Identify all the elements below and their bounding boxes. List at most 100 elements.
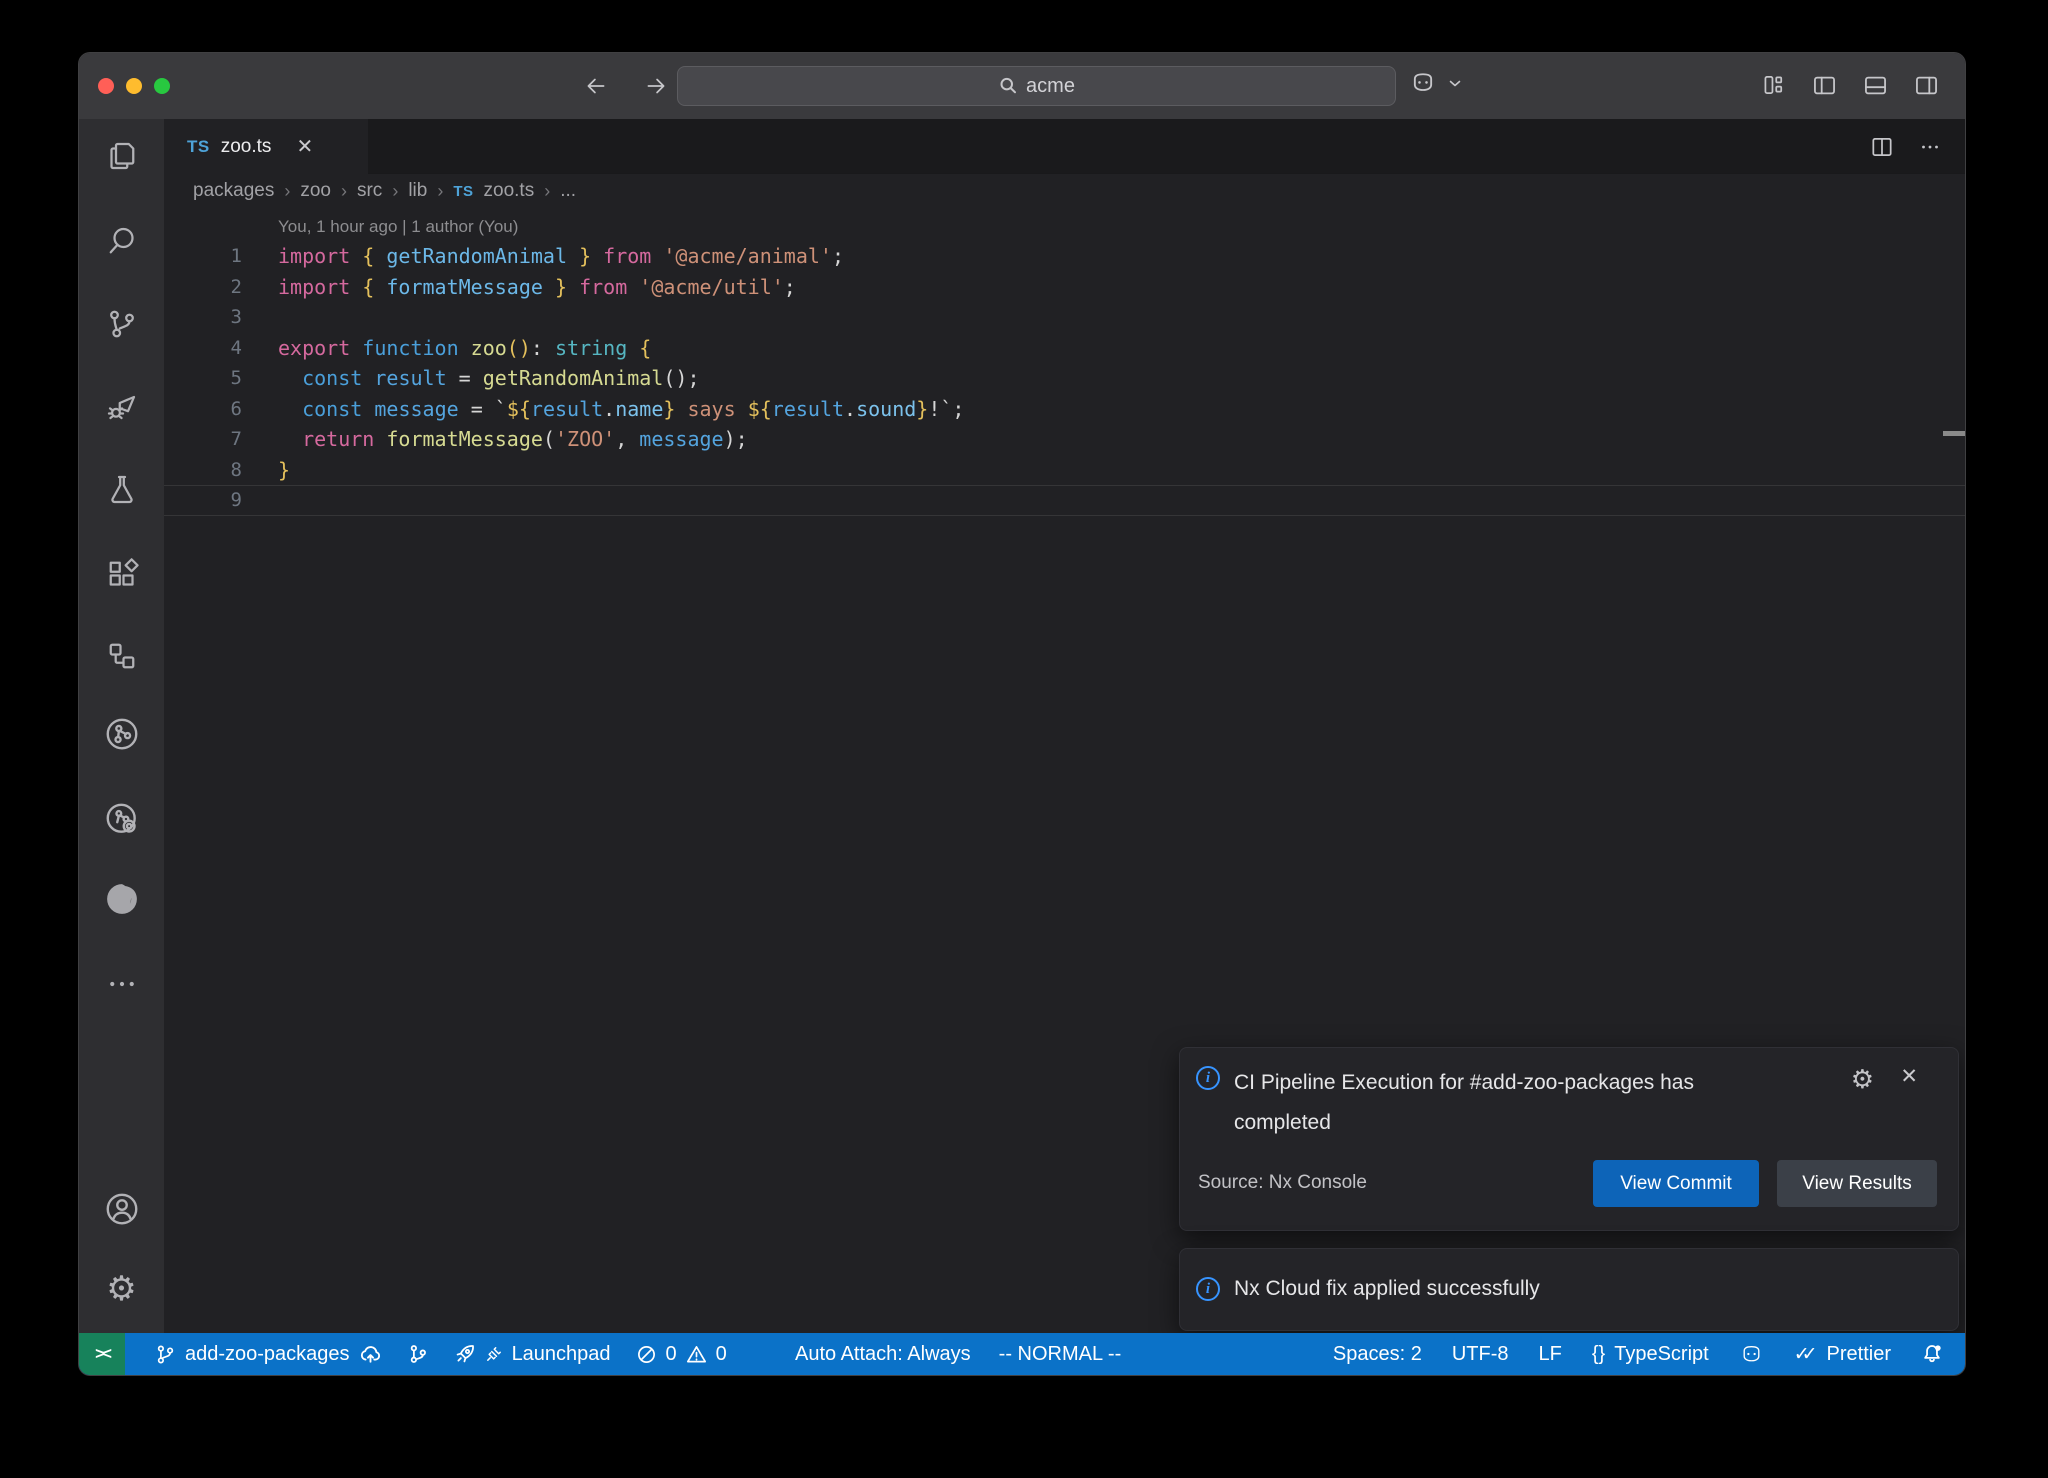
minimize-window-button[interactable] bbox=[126, 78, 142, 94]
breadcrumb: packages› zoo› src› lib› TS zoo.ts› ... bbox=[164, 174, 1965, 208]
auto-attach-status[interactable]: Auto Attach: Always bbox=[795, 1343, 971, 1366]
toggle-secondary-sidebar-icon[interactable] bbox=[1911, 70, 1941, 100]
branch-name: add-zoo-packages bbox=[185, 1343, 350, 1366]
line-number: 1 bbox=[164, 245, 256, 267]
typescript-file-icon: TS bbox=[453, 183, 473, 200]
copilot-icon[interactable] bbox=[1739, 1342, 1764, 1367]
line-number: 2 bbox=[164, 276, 256, 298]
copilot-menu[interactable] bbox=[1409, 69, 1463, 97]
extensions-icon[interactable] bbox=[79, 544, 164, 604]
encoding-status[interactable]: UTF-8 bbox=[1452, 1343, 1509, 1366]
launchpad-status[interactable]: Launchpad bbox=[454, 1343, 611, 1366]
gear-icon: ⚙ bbox=[1851, 1064, 1874, 1095]
code-line-7: 7 return formatMessage('ZOO', message); bbox=[164, 424, 1965, 455]
zoom-window-button[interactable] bbox=[154, 78, 170, 94]
settings-gear-icon[interactable]: ⚙ bbox=[79, 1259, 164, 1319]
notification-source: Source: Nx Console bbox=[1198, 1172, 1367, 1194]
tab-zoo-ts[interactable]: TS zoo.ts ✕ bbox=[164, 119, 368, 174]
breadcrumb-item[interactable]: packages bbox=[193, 180, 274, 202]
eol-status[interactable]: LF bbox=[1539, 1343, 1562, 1366]
more-views-icon[interactable] bbox=[79, 954, 164, 1014]
vscode-window: acme bbox=[78, 52, 1966, 1376]
editor-actions bbox=[1869, 119, 1943, 174]
line-number: 8 bbox=[164, 459, 256, 481]
git-branch-status[interactable]: add-zoo-packages bbox=[155, 1343, 382, 1366]
double-check-icon: ✓✓ bbox=[1794, 1343, 1818, 1366]
close-window-button[interactable] bbox=[98, 78, 114, 94]
code-line-3: 3 bbox=[164, 302, 1965, 333]
breadcrumb-item[interactable]: lib bbox=[408, 180, 427, 202]
close-tab-icon[interactable]: ✕ bbox=[296, 134, 313, 159]
notification-close[interactable]: ✕ bbox=[1900, 1064, 1918, 1089]
formatter-status[interactable]: ✓✓ Prettier bbox=[1794, 1343, 1891, 1366]
breadcrumb-item[interactable]: src bbox=[357, 180, 382, 202]
git-branch-icon bbox=[155, 1344, 176, 1365]
remote-icon: >< bbox=[95, 1344, 109, 1364]
source-control-icon[interactable] bbox=[79, 294, 164, 354]
breadcrumb-file[interactable]: zoo.ts bbox=[484, 180, 535, 202]
more-actions-icon[interactable] bbox=[1917, 134, 1943, 160]
testing-icon[interactable] bbox=[79, 459, 164, 519]
code-text: import { getRandomAnimal } from '@acme/a… bbox=[278, 244, 844, 268]
edge-browser-icon[interactable] bbox=[79, 869, 164, 929]
view-commit-button[interactable]: View Commit bbox=[1593, 1160, 1759, 1207]
source-control-graph-status[interactable] bbox=[407, 1343, 429, 1365]
notification-settings[interactable]: ⚙ bbox=[1851, 1064, 1874, 1095]
view-results-button[interactable]: View Results bbox=[1777, 1160, 1937, 1207]
layout-controls bbox=[1758, 70, 1941, 100]
chevron-right-icon: › bbox=[392, 181, 398, 202]
nx-project-graph-icon[interactable] bbox=[79, 789, 164, 849]
code-line-6: 6 const message = `${result.name} says $… bbox=[164, 394, 1965, 425]
git-blame-annotation: You, 1 hour ago | 1 author (You) bbox=[278, 217, 518, 237]
warning-icon bbox=[686, 1344, 707, 1365]
typescript-file-icon: TS bbox=[187, 137, 210, 157]
rocket-icon bbox=[454, 1343, 476, 1365]
code-line-2: 2 import { formatMessage } from '@acme/ut… bbox=[164, 272, 1965, 303]
titlebar: acme bbox=[79, 53, 1965, 119]
language-label: TypeScript bbox=[1614, 1343, 1708, 1366]
code-text: import { formatMessage } from '@acme/uti… bbox=[278, 275, 796, 299]
code-text: export function zoo(): string { bbox=[278, 336, 651, 360]
explorer-icon[interactable] bbox=[79, 126, 164, 186]
customize-layout-icon[interactable] bbox=[1758, 70, 1788, 100]
project-structure-icon[interactable] bbox=[79, 626, 164, 686]
code-lines: 1 import { getRandomAnimal } from '@acme/… bbox=[164, 241, 1965, 516]
forward-arrow-icon[interactable] bbox=[639, 69, 673, 103]
chevron-right-icon: › bbox=[544, 181, 550, 202]
command-center-search[interactable]: acme bbox=[677, 66, 1396, 106]
toggle-sidebar-icon[interactable] bbox=[1809, 70, 1839, 100]
run-and-debug-icon[interactable] bbox=[79, 376, 164, 436]
code-line-1: 1 import { getRandomAnimal } from '@acme/… bbox=[164, 241, 1965, 272]
search-icon[interactable] bbox=[79, 211, 164, 271]
back-arrow-icon[interactable] bbox=[579, 69, 613, 103]
nx-console-icon[interactable] bbox=[79, 704, 164, 764]
accounts-icon[interactable] bbox=[79, 1179, 164, 1239]
language-status[interactable]: {} TypeScript bbox=[1592, 1343, 1709, 1366]
breadcrumb-item[interactable]: zoo bbox=[300, 180, 331, 202]
chevron-right-icon: › bbox=[284, 181, 290, 202]
formatter-label: Prettier bbox=[1827, 1343, 1891, 1366]
bell-icon bbox=[1921, 1343, 1943, 1365]
toggle-panel-icon[interactable] bbox=[1860, 70, 1890, 100]
braces-icon: {} bbox=[1592, 1343, 1605, 1366]
breadcrumb-tail[interactable]: ... bbox=[560, 180, 576, 202]
notifications-bell[interactable] bbox=[1921, 1343, 1943, 1365]
line-number: 6 bbox=[164, 398, 256, 420]
plug-icon bbox=[485, 1345, 503, 1363]
code-line-4: 4export function zoo(): string { bbox=[164, 333, 1965, 364]
indentation-status[interactable]: Spaces: 2 bbox=[1333, 1343, 1422, 1366]
split-editor-icon[interactable] bbox=[1869, 134, 1895, 160]
code-text: const message = `${result.name} says ${r… bbox=[278, 397, 964, 421]
error-count: 0 bbox=[666, 1343, 677, 1366]
error-icon bbox=[636, 1344, 657, 1365]
line-number: 5 bbox=[164, 367, 256, 389]
remote-indicator[interactable]: >< bbox=[79, 1333, 125, 1375]
notification-toast-ci-pipeline: i CI Pipeline Execution for #add-zoo-pac… bbox=[1179, 1047, 1959, 1231]
desktop: acme bbox=[0, 0, 2048, 1478]
vim-mode-status[interactable]: -- NORMAL -- bbox=[999, 1343, 1122, 1366]
problems-status[interactable]: 0 0 bbox=[636, 1343, 727, 1366]
code-line-8: 8} bbox=[164, 455, 1965, 486]
code-text: } bbox=[278, 458, 290, 482]
chevron-right-icon: › bbox=[341, 181, 347, 202]
tab-bar: TS zoo.ts ✕ bbox=[164, 119, 1965, 174]
